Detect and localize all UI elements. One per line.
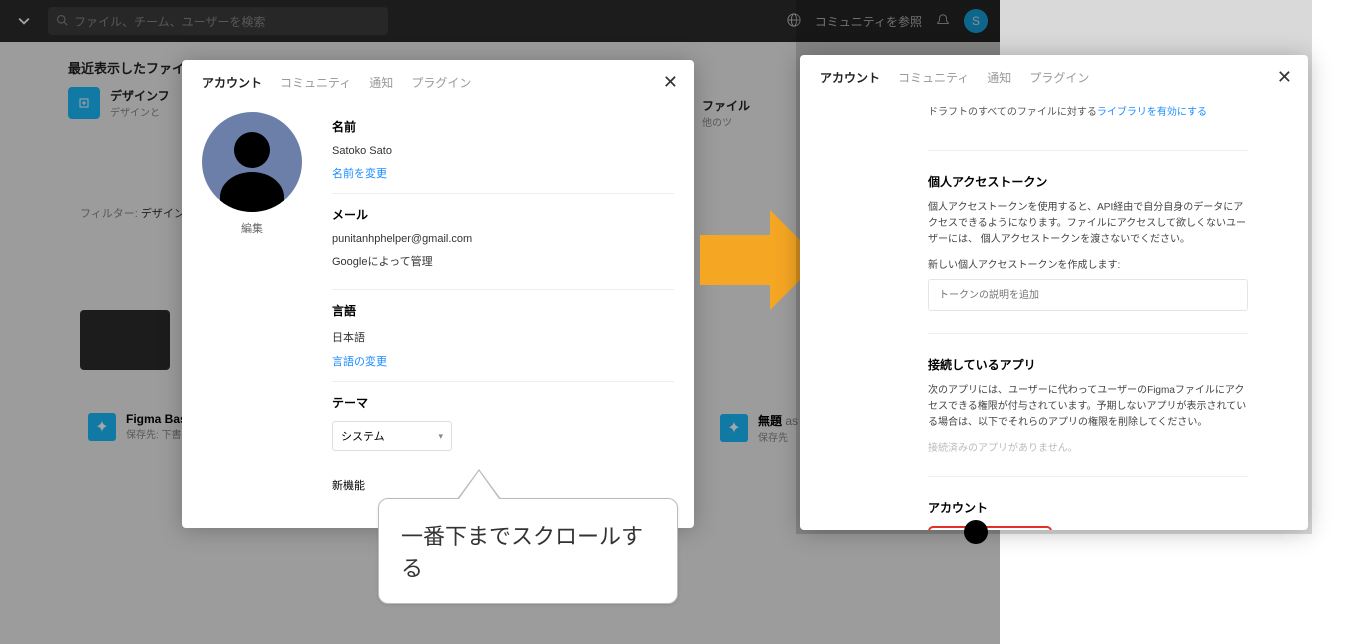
profile-info: 名前 Satoko Sato 名前を変更 メール punitanhphelper… (332, 106, 674, 528)
apps-heading: 接続しているアプリ (928, 356, 1248, 373)
scroll-callout: 一番下までスクロールする (378, 498, 678, 604)
token-description: 個人アクセストークンを使用すると、API経由で自分自身のデータにアクセスできるよ… (928, 200, 1248, 248)
theme-value: システム (341, 428, 385, 444)
name-label: 名前 (332, 118, 674, 135)
account-heading: アカウント (928, 499, 1248, 516)
tab-notifications[interactable]: 通知 (987, 69, 1011, 86)
tab-community[interactable]: コミュニティ (898, 69, 969, 86)
new-features-label: 新機能 (332, 463, 674, 493)
change-language-link[interactable]: 言語の変更 (332, 353, 674, 369)
close-icon[interactable]: ✕ (663, 72, 678, 93)
modal-tabs: アカウント コミュニティ 通知 プラグイン ✕ (182, 60, 694, 106)
connected-apps-section: 接続しているアプリ 次のアプリには、ユーザーに代わってユーザーのFigmaファイ… (928, 356, 1248, 454)
avatar-column: 編集 (202, 106, 302, 528)
email-managed: Googleによって管理 (332, 253, 674, 269)
email-label: メール (332, 206, 674, 223)
step-indicator-icon (964, 520, 988, 544)
apps-empty-text: 接続済みのアプリがありません。 (928, 439, 1248, 454)
token-description-input[interactable] (928, 279, 1248, 311)
callout-text: 一番下までスクロールする (401, 524, 643, 581)
settings-modal-right: アカウント コミュニティ 通知 プラグイン ✕ ドラフトのすべてのファイルに対す… (800, 55, 1308, 530)
change-name-link[interactable]: 名前を変更 (332, 165, 674, 181)
settings-modal-left: アカウント コミュニティ 通知 プラグイン ✕ 編集 名前 Satoko Sat… (182, 60, 694, 528)
tab-plugins[interactable]: プラグイン (1029, 69, 1089, 86)
token-heading: 個人アクセストークン (928, 173, 1248, 190)
theme-label: テーマ (332, 394, 674, 411)
avatar[interactable] (202, 112, 302, 212)
delete-account-button[interactable]: アカウントを削除 (928, 526, 1052, 530)
email-value: punitanhphelper@gmail.com (332, 233, 674, 245)
tab-account[interactable]: アカウント (820, 69, 880, 86)
draft-libraries-line: ドラフトのすべてのファイルに対するライブラリを有効にする (928, 101, 1248, 128)
access-token-section: 個人アクセストークン 個人アクセストークンを使用すると、API経由で自分自身のデ… (928, 173, 1248, 311)
tab-plugins[interactable]: プラグイン (411, 74, 471, 91)
token-create-label: 新しい個人アクセストークンを作成します: (928, 256, 1248, 271)
modal-tabs: アカウント コミュニティ 通知 プラグイン ✕ (800, 55, 1308, 101)
theme-select[interactable]: システム ▾ (332, 421, 452, 451)
language-value: 日本語 (332, 329, 674, 345)
apps-description: 次のアプリには、ユーザーに代わってユーザーのFigmaファイルにアクセスできる権… (928, 383, 1248, 431)
chevron-down-icon: ▾ (438, 431, 443, 442)
avatar-edit-link[interactable]: 編集 (241, 220, 263, 236)
enable-libraries-link[interactable]: ライブラリを有効にする (1097, 107, 1207, 118)
name-value: Satoko Sato (332, 145, 674, 157)
tab-account[interactable]: アカウント (202, 74, 262, 91)
language-label: 言語 (332, 302, 674, 319)
tab-community[interactable]: コミュニティ (280, 74, 351, 91)
tab-notifications[interactable]: 通知 (369, 74, 393, 91)
close-icon[interactable]: ✕ (1277, 67, 1292, 88)
